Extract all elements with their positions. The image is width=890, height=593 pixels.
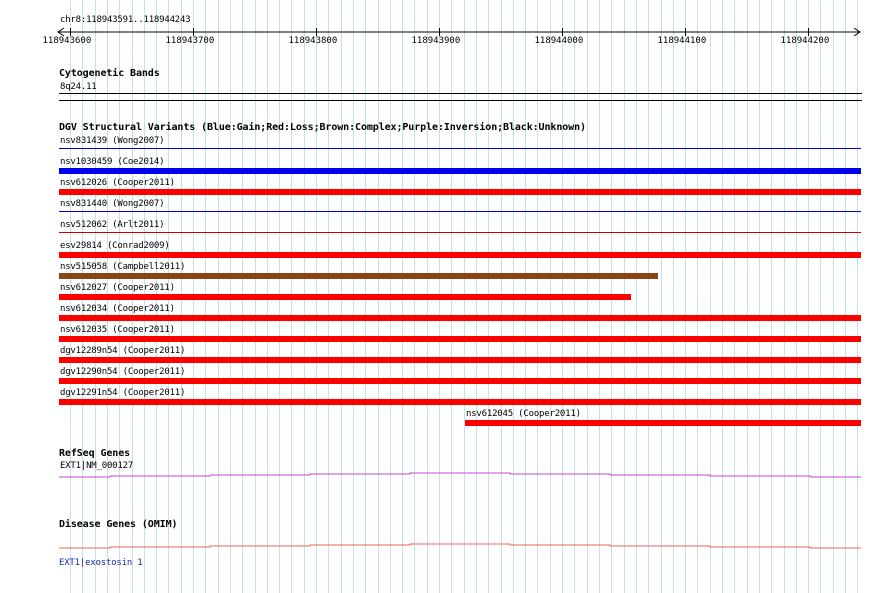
cyto-track-title: Cytogenetic Bands xyxy=(59,68,160,79)
dgv-feature-label[interactable]: nsv612045 (Cooper2011) xyxy=(466,409,581,419)
dgv-feature-bar[interactable] xyxy=(59,399,861,405)
cyto-band-label: 8q24.11 xyxy=(60,82,97,92)
dgv-feature-label[interactable]: dgv12289n54 (Cooper2011) xyxy=(60,346,185,356)
dgv-feature-label[interactable]: dgv12290n54 (Cooper2011) xyxy=(60,367,185,377)
dgv-feature-bar[interactable] xyxy=(59,252,861,258)
dgv-feature-label[interactable]: nsv515058 (Campbell2011) xyxy=(60,262,185,272)
dgv-feature-bar[interactable] xyxy=(59,336,861,342)
refseq-track-title: RefSeq Genes xyxy=(59,448,131,459)
dgv-feature-bar[interactable] xyxy=(59,148,861,149)
dgv-feature-label[interactable]: nsv612035 (Cooper2011) xyxy=(60,325,175,335)
dgv-feature-bar[interactable] xyxy=(59,273,658,279)
dgv-feature-label[interactable]: esv29814 (Conrad2009) xyxy=(60,241,170,251)
dgv-feature-bar[interactable] xyxy=(59,294,631,300)
dgv-feature-label[interactable]: nsv512062 (Arlt2011) xyxy=(60,220,165,230)
dgv-feature-label[interactable]: nsv831440 (Wong2007) xyxy=(60,199,165,209)
dgv-feature-bar[interactable] xyxy=(59,211,861,212)
dgv-feature-bar[interactable] xyxy=(59,189,861,195)
dgv-feature-label[interactable]: dgv12291n54 (Cooper2011) xyxy=(60,388,185,398)
refseq-gene-model[interactable] xyxy=(0,466,890,486)
omim-gene-label[interactable]: EXT1|exostosin 1 xyxy=(59,558,143,568)
ruler-tick-label: 118943800 xyxy=(288,36,338,46)
cyto-band-bottom-line xyxy=(59,100,862,101)
genome-browser-panel: chr8:118943591..118944243 118943600 11894… xyxy=(0,0,890,593)
omim-track-title: Disease Genes (OMIM) xyxy=(59,519,178,530)
dgv-feature-bar[interactable] xyxy=(59,378,861,384)
ruler-tick-label: 118943600 xyxy=(42,36,92,46)
dgv-track-title: DGV Structural Variants (Blue:Gain;Red:L… xyxy=(59,122,586,133)
cyto-band-top-line xyxy=(59,93,862,94)
dgv-feature-label[interactable]: nsv1030459 (Coe2014) xyxy=(60,157,165,167)
omim-gene-model[interactable] xyxy=(0,537,890,557)
ruler-tick-label: 118944200 xyxy=(780,36,830,46)
dgv-feature-label[interactable]: nsv612026 (Cooper2011) xyxy=(60,178,175,188)
ruler-tick-label: 118943700 xyxy=(165,36,215,46)
ruler-tick-label: 118944100 xyxy=(657,36,707,46)
ruler-tick-label: 118943900 xyxy=(411,36,461,46)
ruler-tick-label: 118944000 xyxy=(534,36,584,46)
dgv-feature-bar[interactable] xyxy=(59,232,861,233)
dgv-feature-label[interactable]: nsv612027 (Cooper2011) xyxy=(60,283,175,293)
dgv-feature-bar[interactable] xyxy=(59,357,861,363)
dgv-feature-bar[interactable] xyxy=(465,420,861,426)
dgv-feature-bar[interactable] xyxy=(59,315,861,321)
dgv-feature-label[interactable]: nsv831439 (Wong2007) xyxy=(60,136,165,146)
dgv-feature-label[interactable]: nsv612034 (Cooper2011) xyxy=(60,304,175,314)
dgv-feature-bar[interactable] xyxy=(59,168,861,174)
